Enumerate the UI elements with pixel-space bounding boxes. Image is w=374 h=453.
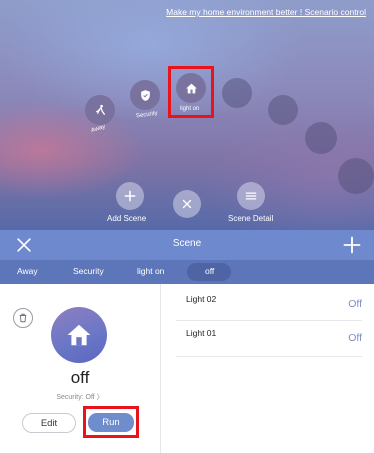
close-icon (182, 199, 192, 209)
scene-tabs: Away Security light on off (0, 260, 374, 284)
scene-detail-button[interactable] (237, 182, 265, 210)
tab-light-on[interactable]: light on (137, 266, 164, 276)
device-state[interactable]: Off (348, 298, 362, 310)
device-state[interactable]: Off (348, 332, 362, 344)
shield-icon (140, 89, 150, 101)
device-row[interactable]: Light 02 Off (176, 288, 362, 324)
row-divider (176, 356, 362, 357)
device-row[interactable]: Light 01 Off (176, 322, 362, 358)
delete-scene-button[interactable] (13, 308, 33, 328)
highlight-box (168, 66, 214, 118)
tab-away[interactable]: Away (17, 266, 38, 276)
scene-header: Scene (0, 230, 374, 260)
device-name: Light 02 (186, 294, 217, 304)
page-title: Scene (172, 238, 202, 249)
empty-scene-slot[interactable] (222, 78, 252, 108)
plus-icon (124, 190, 136, 202)
home-icon (67, 324, 91, 346)
panel-divider (160, 284, 161, 453)
add-icon[interactable] (342, 235, 362, 255)
scene-away-button[interactable] (85, 95, 115, 125)
scenario-control-link[interactable]: Make my home environment better ! Scenar… (166, 7, 366, 17)
walking-person-icon (95, 104, 105, 115)
security-status[interactable]: Security: Off 〉 (0, 392, 160, 402)
empty-scene-slot (338, 158, 374, 194)
row-divider (176, 320, 362, 321)
scene-icon (51, 307, 107, 363)
empty-scene-slot[interactable] (268, 95, 298, 125)
scene-name: off (70, 368, 90, 387)
tab-security[interactable]: Security (73, 266, 104, 276)
add-scene-button[interactable] (116, 182, 144, 210)
close-scenes-button[interactable] (173, 190, 201, 218)
scene-security-button[interactable] (130, 80, 160, 110)
scene-away-label: Away (90, 123, 107, 135)
scenario-panel: Make my home environment better ! Scenar… (0, 0, 374, 230)
empty-scene-slot[interactable] (305, 122, 337, 154)
edit-button[interactable]: Edit (22, 413, 76, 433)
device-name: Light 01 (186, 328, 217, 338)
trash-icon (19, 313, 27, 323)
scene-security-label: Security (135, 110, 158, 120)
add-scene-label: Add Scene (107, 214, 147, 223)
list-icon (245, 192, 257, 200)
run-button[interactable]: Run (88, 413, 134, 432)
tab-off[interactable]: off (205, 266, 214, 276)
scene-detail-label: Scene Detail (228, 214, 274, 223)
scene-detail-panel: off Security: Off 〉 Edit Run (0, 284, 160, 453)
